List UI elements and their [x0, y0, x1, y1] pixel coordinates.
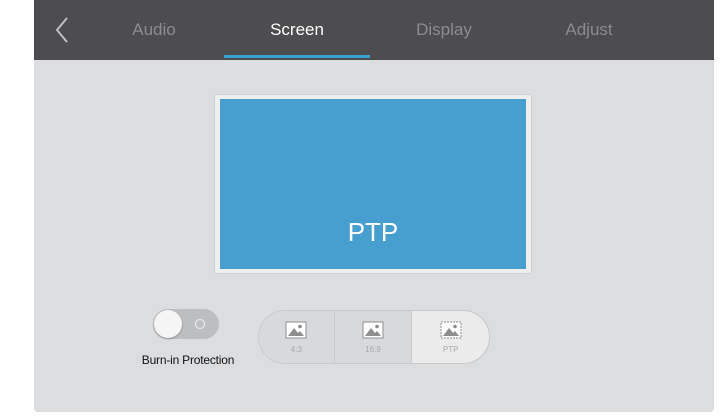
tab-adjust[interactable]: Adjust: [544, 0, 634, 60]
tab-screen[interactable]: Screen: [224, 0, 370, 60]
tab-active-indicator: [224, 55, 370, 58]
image-icon: [440, 321, 462, 338]
tab-audio[interactable]: Audio: [109, 0, 199, 60]
aspect-option-4-3[interactable]: 4:3: [259, 311, 334, 363]
screen-preview: PTP: [214, 94, 532, 274]
burn-in-protection-label: Burn-in Protection: [141, 353, 235, 367]
toggle-knob: [154, 310, 182, 338]
preview-area: PTP: [220, 99, 526, 269]
aspect-option-16-9[interactable]: 16:9: [333, 311, 413, 363]
back-button[interactable]: [42, 10, 82, 50]
tab-adjust-label: Adjust: [565, 20, 613, 39]
aspect-option-label: 4:3: [290, 344, 302, 354]
image-icon: [362, 321, 384, 338]
image-icon: [285, 321, 307, 338]
top-bar: Audio Screen Display Adjust: [34, 0, 714, 60]
tab-display[interactable]: Display: [399, 0, 489, 60]
aspect-option-label: 16:9: [365, 344, 381, 354]
burn-in-protection-toggle[interactable]: [153, 309, 219, 339]
aspect-ratio-selector: 4:3 16:9 PTP: [258, 310, 490, 364]
preview-mode-label: PTP: [347, 217, 399, 247]
toggle-off-indicator-icon: [195, 319, 205, 329]
tab-screen-label: Screen: [270, 20, 324, 39]
settings-panel: Audio Screen Display Adjust PTP Burn-in …: [34, 0, 714, 412]
aspect-option-ptp[interactable]: PTP: [412, 311, 489, 363]
tab-display-label: Display: [416, 20, 472, 39]
tab-audio-label: Audio: [132, 20, 176, 39]
aspect-option-label: PTP: [442, 344, 459, 354]
chevron-left-icon: [55, 17, 68, 43]
